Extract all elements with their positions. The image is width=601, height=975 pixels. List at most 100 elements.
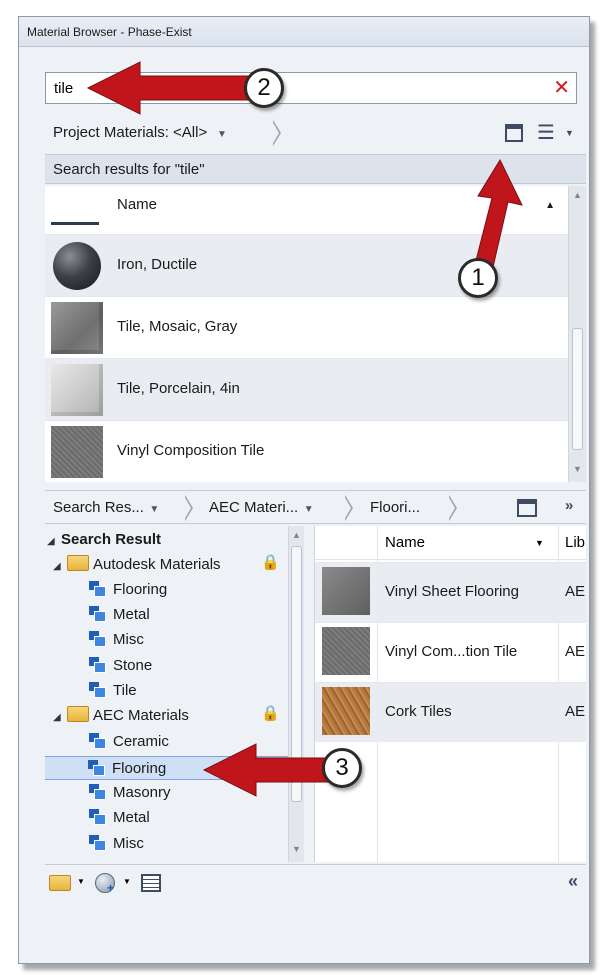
breadcrumb-separator — [272, 120, 281, 146]
tree-category[interactable]: Tile — [89, 679, 137, 703]
lock-icon: 🔒 — [261, 705, 280, 722]
window-title: Material Browser - Phase-Exist — [19, 17, 589, 47]
breadcrumb-item[interactable]: Floori... — [370, 493, 420, 523]
tree-category[interactable]: Misc — [89, 628, 144, 652]
library-tree: ◢ Search Result ◢ Autodesk Materials 🔒 Flo… — [45, 526, 304, 862]
category-label: Flooring — [113, 581, 168, 598]
list-item[interactable]: Vinyl Com...tion Tile AE — [315, 622, 586, 682]
category-icon — [89, 581, 106, 597]
material-swatch — [322, 627, 370, 675]
tree-category[interactable]: Masonry — [89, 781, 171, 805]
callout-badge-3: 3 — [322, 748, 362, 788]
category-icon — [89, 784, 106, 800]
category-icon — [89, 657, 106, 673]
category-label: Masonry — [113, 784, 171, 801]
category-label: Stone — [113, 657, 153, 674]
callout-badge-1: 1 — [458, 258, 498, 298]
breadcrumb-label: AEC Materi... — [209, 499, 299, 516]
list-item[interactable]: Tile, Mosaic, Gray — [45, 296, 575, 358]
category-icon — [89, 809, 106, 825]
category-label: Metal — [113, 809, 150, 826]
material-name: Cork Tiles — [385, 703, 452, 720]
lock-icon: 🔒 — [261, 554, 280, 571]
tree-root-label: Search Result — [61, 531, 162, 548]
tree-category[interactable]: Flooring — [89, 578, 167, 602]
filter-label: Project Materials: <All> — [53, 124, 208, 141]
bottom-toolbar: ▼ + ▼ « — [45, 864, 586, 900]
category-label: Flooring — [112, 760, 167, 777]
folder-icon — [67, 555, 89, 571]
material-name: Iron, Ductile — [117, 256, 198, 273]
callout-arrow-2 — [86, 61, 253, 115]
tree-category[interactable]: Metal — [89, 806, 150, 830]
scrollbar-thumb[interactable] — [572, 328, 583, 450]
library-column-header[interactable]: Lib — [565, 534, 585, 551]
tree-root[interactable]: ◢ Search Result — [47, 528, 161, 552]
callout-badge-2: 2 — [244, 68, 284, 108]
material-library: AE — [565, 703, 586, 720]
chevron-down-icon[interactable]: ▼ — [535, 538, 544, 548]
toggle-pane-icon[interactable] — [517, 499, 537, 517]
library-label: Autodesk Materials — [93, 556, 221, 573]
list-item[interactable]: Tile, Porcelain, 4in — [45, 358, 575, 420]
scroll-down-icon[interactable]: ▼ — [573, 464, 582, 474]
view-options-icon[interactable]: ☰ — [537, 120, 555, 145]
close-icon[interactable]: ✕ — [553, 76, 570, 100]
library-manager-icon[interactable] — [49, 875, 71, 891]
category-label: Ceramic — [113, 733, 169, 750]
chevron-down-icon[interactable]: ▼ — [77, 877, 85, 886]
project-materials-filter[interactable]: Project Materials: <All> ▼ — [53, 118, 227, 148]
material-name: Vinyl Sheet Flooring — [385, 583, 519, 600]
material-swatch — [51, 426, 103, 478]
library-breadcrumb: Search Res... ▼ AEC Materi... ▼ Floori..… — [45, 490, 586, 524]
tree-library-autodesk[interactable]: ◢ Autodesk Materials — [53, 553, 221, 577]
vertical-scrollbar[interactable]: ▲ ▼ — [568, 186, 586, 482]
material-swatch — [322, 687, 370, 735]
breadcrumb-item[interactable]: AEC Materi... ▼ — [209, 493, 314, 523]
expand-triangle-icon[interactable]: ◢ — [53, 706, 67, 730]
tree-category[interactable]: Stone — [89, 654, 152, 678]
name-column-header[interactable]: Name — [117, 196, 157, 213]
list-item[interactable]: Vinyl Sheet Flooring AE — [315, 562, 586, 622]
scroll-up-icon[interactable]: ▲ — [573, 190, 582, 200]
tree-scrollbar[interactable]: ▲ ▼ — [288, 526, 304, 862]
scroll-down-icon[interactable]: ▼ — [292, 844, 301, 854]
category-label: Misc — [113, 835, 144, 852]
category-label: Misc — [113, 631, 144, 648]
list-item[interactable]: Vinyl Composition Tile — [45, 420, 575, 482]
library-materials-list: Name ▼ Lib Vinyl Sheet Flooring AE Vinyl… — [314, 526, 586, 862]
category-label: Metal — [113, 606, 150, 623]
chevron-down-icon[interactable]: ▼ — [123, 877, 131, 886]
expand-triangle-icon[interactable]: ◢ — [47, 530, 61, 554]
list-header: Name ▼ Lib — [315, 526, 586, 560]
toggle-library-pane-icon[interactable] — [505, 124, 523, 142]
breadcrumb-item[interactable]: Search Res... ▼ — [53, 493, 159, 523]
asset-browser-icon[interactable] — [141, 874, 161, 892]
breadcrumb-separator — [448, 495, 457, 521]
more-icon[interactable]: » — [565, 497, 573, 514]
category-icon — [89, 631, 106, 647]
list-item[interactable]: Cork Tiles AE — [315, 682, 586, 742]
category-icon — [88, 760, 105, 776]
material-name: Tile, Mosaic, Gray — [117, 318, 238, 335]
tree-library-aec[interactable]: ◢ AEC Materials — [53, 704, 189, 728]
tree-category[interactable]: Metal — [89, 603, 150, 627]
expand-triangle-icon[interactable]: ◢ — [53, 555, 67, 579]
tree-category[interactable]: Misc — [89, 832, 144, 856]
material-library: AE — [565, 583, 586, 600]
filter-bar: Project Materials: <All> ▼ ☰ ▼ — [45, 118, 595, 150]
header-divider — [51, 222, 99, 225]
folder-icon — [67, 706, 89, 722]
chevron-down-icon: ▼ — [143, 504, 160, 515]
scroll-up-icon[interactable]: ▲ — [292, 530, 301, 540]
add-icon: + — [107, 881, 115, 895]
breadcrumb-label: Floori... — [370, 499, 421, 516]
breadcrumb-label: Search Res... — [53, 499, 144, 516]
chevron-down-icon: ▼ — [298, 504, 314, 515]
sort-ascending-icon[interactable]: ▲ — [545, 200, 555, 211]
material-name: Vinyl Composition Tile — [117, 442, 265, 459]
chevron-down-icon[interactable]: ▼ — [565, 128, 574, 138]
name-column-header[interactable]: Name — [385, 534, 425, 551]
collapse-icon[interactable]: « — [568, 871, 578, 892]
tree-category[interactable]: Ceramic — [89, 730, 169, 754]
